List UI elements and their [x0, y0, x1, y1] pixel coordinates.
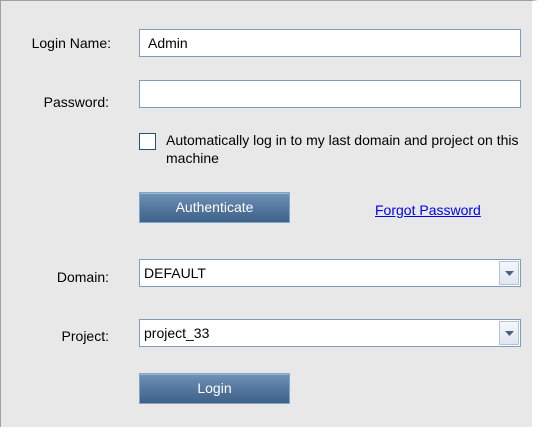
domain-dropdown-button[interactable]	[499, 261, 519, 285]
domain-value: DEFAULT	[144, 265, 206, 281]
domain-label: Domain:	[56, 269, 109, 285]
domain-select[interactable]: DEFAULT	[139, 259, 521, 287]
authenticate-button[interactable]: Authenticate	[139, 192, 290, 223]
login-name-input[interactable]: Admin	[139, 29, 521, 57]
project-select[interactable]: project_33	[139, 319, 521, 347]
project-value: project_33	[144, 325, 210, 341]
project-label: Project:	[61, 328, 109, 344]
forgot-password-link[interactable]: Forgot Password	[375, 202, 481, 218]
password-label: Password:	[43, 94, 109, 110]
project-dropdown-button[interactable]	[499, 321, 519, 345]
chevron-down-icon	[505, 271, 514, 276]
login-name-label: Login Name:	[31, 35, 111, 51]
login-panel: Login Name: Admin Password: Automaticall…	[0, 0, 538, 427]
chevron-down-icon	[505, 331, 514, 336]
login-button[interactable]: Login	[139, 373, 290, 404]
auto-login-checkbox[interactable]	[139, 133, 156, 150]
auto-login-text: Automatically log in to my last domain a…	[166, 132, 519, 166]
password-input[interactable]	[139, 80, 521, 108]
